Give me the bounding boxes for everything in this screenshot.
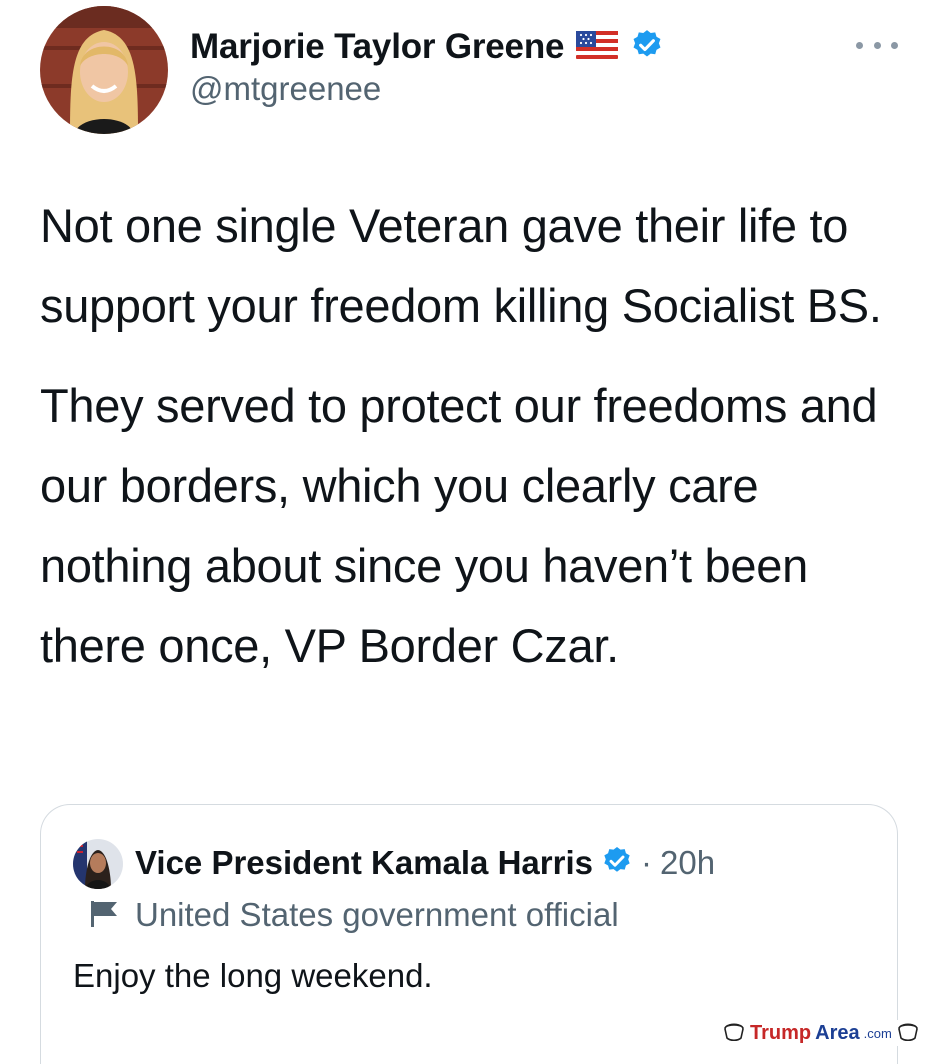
author-avatar[interactable] — [40, 6, 168, 134]
quoted-author-name[interactable]: Vice President Kamala Harris — [135, 844, 593, 882]
site-watermark: Trump Area .com — [722, 1020, 920, 1046]
government-official-label[interactable]: United States government official — [135, 896, 619, 934]
tweet-text: Not one single Veteran gave their life t… — [40, 186, 920, 706]
time-separator: · — [640, 844, 652, 881]
watermark-com: .com — [863, 1025, 892, 1041]
us-flag-icon — [576, 30, 619, 64]
hair-logo-icon — [722, 1020, 746, 1047]
flag-icon — [85, 897, 123, 934]
tweet-paragraph: Not one single Veteran gave their life t… — [40, 199, 882, 332]
author-name[interactable]: Marjorie Taylor Greene — [190, 27, 564, 67]
author-name-row: Marjorie Taylor Greene — [190, 24, 664, 70]
quoted-name-row: Vice President Kamala Harris · 20h — [135, 841, 715, 885]
verified-badge-icon — [630, 28, 664, 67]
author-handle[interactable]: @mtgreenee — [190, 70, 381, 108]
government-label-row: United States government official — [85, 893, 619, 937]
hair-logo-icon — [896, 1020, 920, 1047]
quoted-tweet-text: Enjoy the long weekend. — [73, 957, 433, 994]
verified-badge-icon — [601, 845, 633, 882]
quoted-author-avatar[interactable] — [73, 839, 123, 889]
quoted-timestamp[interactable]: 20h — [660, 844, 715, 882]
watermark-area: Area — [815, 1021, 860, 1044]
tweet-paragraph: They served to protect our freedoms and … — [40, 379, 878, 672]
more-options-icon[interactable] — [856, 30, 898, 60]
watermark-trump: Trump — [750, 1021, 812, 1044]
